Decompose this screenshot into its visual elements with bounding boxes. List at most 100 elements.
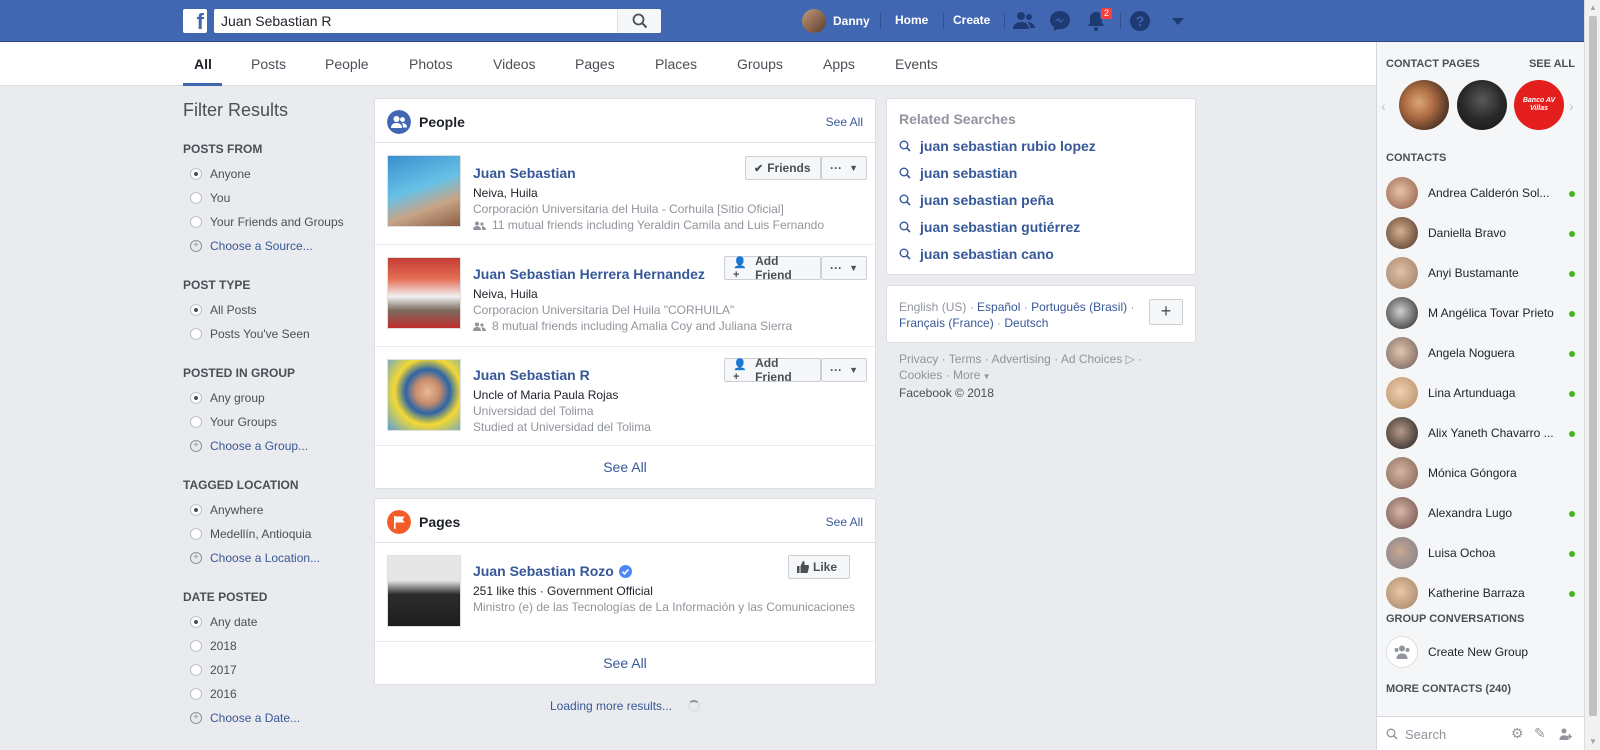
chat-search-bar[interactable]: Search ⚙ ✎ [1377,716,1585,750]
people-result[interactable]: Juan Sebastian Herrera Hernandez Neiva, … [375,245,875,347]
footer-link-terms[interactable]: Terms [949,352,982,366]
radio[interactable] [190,216,202,228]
chat-settings-gear-icon[interactable]: ⚙ [1511,725,1524,742]
scroll-up-arrow-icon[interactable]: ▲ [1589,3,1597,12]
language-link[interactable]: Deutsch [1004,316,1048,330]
filter-option-medellin[interactable]: Medellín, Antioquia [190,527,311,541]
contact-item[interactable]: M Angélica Tovar Prieto [1386,296,1576,330]
friend-requests-icon[interactable] [1012,10,1036,32]
scrollbar-thumb[interactable] [1589,16,1597,716]
radio[interactable] [190,688,202,700]
related-search-item[interactable]: juan sebastian cano [899,246,1054,262]
language-link[interactable]: Português (Brasil) [1031,300,1127,314]
person-name-link[interactable]: Juan Sebastian [473,165,576,181]
chat-search-input[interactable]: Search [1405,727,1446,742]
page-scrollbar[interactable]: ▲ ▼ [1584,0,1600,750]
filter-option-2016[interactable]: 2016 [190,687,237,701]
more-options-button[interactable]: ··· ▼ [821,358,867,382]
footer-link-cookies[interactable]: Cookies [899,368,942,382]
contact-item[interactable]: Anyi Bustamante [1386,256,1576,290]
tab-videos[interactable]: Videos [493,56,536,72]
add-friend-button[interactable]: 👤+ Add Friend [724,254,821,282]
contact-page-avatar[interactable]: Banco AV Villas [1514,80,1564,130]
filter-option-your-groups[interactable]: Your Groups [190,415,277,429]
related-search-item[interactable]: juan sebastian gutiérrez [899,219,1080,235]
pages-see-all-link[interactable]: See All [826,515,863,529]
contact-item[interactable]: Alix Yaneth Chavarro ... [1386,416,1576,450]
radio[interactable] [190,192,202,204]
people-result[interactable]: Juan Sebastian R Uncle of Maria Paula Ro… [375,347,875,446]
filter-option-you[interactable]: You [190,191,230,205]
create-link[interactable]: Create [953,13,990,27]
search-button[interactable] [617,9,661,33]
contact-item[interactable]: Mónica Góngora [1386,456,1576,490]
tab-apps[interactable]: Apps [823,56,855,72]
radio[interactable] [190,528,202,540]
pages-see-all-footer-link[interactable]: See All [375,642,875,682]
radio[interactable] [190,416,202,428]
filter-option-any-date[interactable]: Any date [190,615,257,629]
person-name-link[interactable]: Juan Sebastian R [473,367,590,383]
person-photo[interactable] [387,359,461,431]
radio-selected[interactable] [190,304,202,316]
radio[interactable] [190,640,202,652]
footer-link-privacy[interactable]: Privacy [899,352,938,366]
filter-option-anyone[interactable]: Anyone [190,167,251,181]
radio-selected[interactable] [190,616,202,628]
people-see-all-link[interactable]: See All [826,115,863,129]
new-message-icon[interactable]: ✎ [1534,725,1546,742]
contact-item[interactable]: Luisa Ochoa [1386,536,1576,570]
language-link[interactable]: Español [977,300,1020,314]
radio[interactable] [190,664,202,676]
contact-item[interactable]: Lina Artunduaga [1386,376,1576,410]
create-new-group-button[interactable]: Create New Group [1386,635,1576,669]
radio-selected[interactable] [190,392,202,404]
radio-selected[interactable] [190,168,202,180]
home-link[interactable]: Home [895,13,928,27]
related-search-item[interactable]: juan sebastian peña [899,192,1054,208]
contact-page-avatar[interactable] [1399,80,1449,130]
messenger-icon[interactable] [1048,10,1072,32]
filter-option-2017[interactable]: 2017 [190,663,237,677]
related-search-item[interactable]: juan sebastian [899,165,1017,181]
carousel-right-arrow-icon[interactable]: › [1569,98,1574,114]
filter-option-all-posts[interactable]: All Posts [190,303,257,317]
filter-option-friends-groups[interactable]: Your Friends and Groups [190,215,344,229]
tab-groups[interactable]: Groups [737,56,783,72]
search-input[interactable] [214,9,614,33]
radio-selected[interactable] [190,504,202,516]
contact-pages-see-all-link[interactable]: SEE ALL [1529,58,1575,70]
profile-link[interactable]: Danny [802,9,870,33]
filter-option-any-group[interactable]: Any group [190,391,265,405]
contact-item[interactable]: Katherine Barraza [1386,576,1576,610]
tab-places[interactable]: Places [655,56,697,72]
related-search-item[interactable]: juan sebastian rubio lopez [899,138,1096,154]
filter-option-posts-seen[interactable]: Posts You've Seen [190,327,310,341]
tab-posts[interactable]: Posts [251,56,286,72]
footer-link-more[interactable]: More [953,368,980,382]
person-photo[interactable] [387,257,461,329]
choose-location-link[interactable]: + Choose a Location... [190,551,320,565]
footer-link-ad-choices[interactable]: Ad Choices [1061,352,1122,366]
more-options-button[interactable]: ··· ▼ [821,156,867,180]
contact-item[interactable]: Alexandra Lugo [1386,496,1576,530]
tab-people[interactable]: People [325,56,369,72]
language-link[interactable]: Français (France) [899,316,994,330]
like-page-button[interactable]: Like [788,555,850,579]
tab-all[interactable]: All [194,56,212,72]
page-name-link[interactable]: Juan Sebastian Rozo [473,563,632,579]
tab-pages[interactable]: Pages [575,56,615,72]
people-see-all-footer-link[interactable]: See All [375,446,875,486]
choose-group-link[interactable]: + Choose a Group... [190,439,308,453]
more-options-button[interactable]: ··· ▼ [821,256,867,280]
carousel-left-arrow-icon[interactable]: ‹ [1381,98,1386,114]
tab-photos[interactable]: Photos [409,56,453,72]
contact-item[interactable]: Andrea Calderón Sol... [1386,176,1576,210]
footer-link-advertising[interactable]: Advertising [991,352,1050,366]
choose-date-link[interactable]: + Choose a Date... [190,711,300,725]
contact-item[interactable]: Daniella Bravo [1386,216,1576,250]
contact-item[interactable]: Angela Noguera [1386,336,1576,370]
facebook-logo-icon[interactable]: f [183,9,207,34]
filter-option-anywhere[interactable]: Anywhere [190,503,263,517]
person-photo[interactable] [387,155,461,227]
